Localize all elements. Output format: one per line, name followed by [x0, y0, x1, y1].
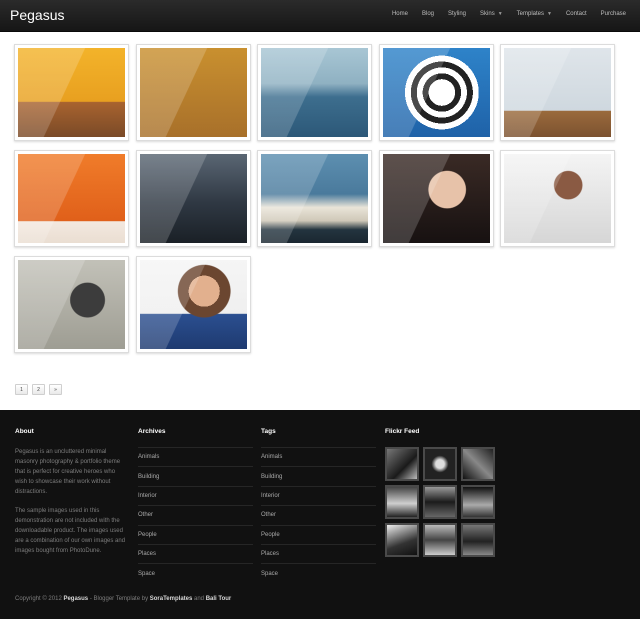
tag-link[interactable]: People [261, 524, 376, 544]
about-text-2: The sample images used in this demonstra… [15, 508, 126, 554]
dark-field-photo [139, 154, 247, 243]
next-page-button[interactable]: » [49, 384, 62, 395]
tag-link[interactable]: Other [261, 505, 376, 524]
footer-tags: Tags Animals Building Interior Other Peo… [261, 428, 376, 583]
archive-link[interactable]: People [138, 524, 253, 544]
nav-skins-label: Skins [480, 11, 495, 17]
pagination: 1 2 » [15, 384, 62, 395]
page-2-button[interactable]: 2 [32, 384, 45, 395]
footer: About Pegasus is an uncluttered minimal … [0, 410, 640, 619]
archive-link[interactable]: Space [138, 563, 253, 582]
umbrella-photo [382, 48, 490, 137]
nav-contact-label: Contact [565, 11, 587, 17]
nav-skins[interactable]: Skins ▼ [480, 11, 503, 17]
gallery-thumb-smiling-woman[interactable] [135, 256, 251, 353]
flickr-thumb[interactable] [385, 523, 419, 557]
nav-purchase-label: Purchase [600, 11, 626, 17]
tag-link[interactable]: Animals [261, 447, 376, 466]
flickr-thumb[interactable] [461, 485, 495, 519]
tag-link[interactable]: Building [261, 466, 376, 485]
gallery-thumb-woman-white[interactable] [500, 150, 615, 247]
site-logo[interactable]: Pegasus [10, 7, 64, 23]
nav-blog[interactable]: Blog [422, 11, 434, 17]
flickr-thumb[interactable] [423, 485, 457, 519]
heron-photo [261, 48, 368, 137]
flickr-heading: Flickr Feed [385, 428, 420, 435]
page-1-button[interactable]: 1 [15, 384, 28, 395]
copyright: Copyright © 2012 Pegasus - Blogger Templ… [15, 596, 231, 602]
woman-veil-photo [382, 154, 490, 243]
copyright-author-link[interactable]: SoraTemplates [150, 596, 193, 602]
gallery-thumb-yellow-armchair[interactable] [500, 44, 615, 141]
tags-heading: Tags [261, 428, 276, 435]
zebra-photo [139, 48, 247, 137]
nav-home[interactable]: Home [392, 11, 408, 17]
footer-flickr: Flickr Feed [385, 428, 495, 557]
orange-room-chair-photo [18, 154, 125, 243]
copyright-partner-link[interactable]: Bali Tour [206, 596, 232, 602]
flickr-thumb[interactable] [385, 447, 419, 481]
yellow-armchair-photo [504, 48, 611, 137]
archive-link[interactable]: Animals [138, 447, 253, 466]
gallery-thumb-shuttle[interactable] [257, 150, 372, 247]
archive-link[interactable]: Other [138, 505, 253, 524]
archive-link[interactable]: Building [138, 466, 253, 485]
flickr-thumb[interactable] [461, 447, 495, 481]
archives-list: Animals Building Interior Other People P… [138, 447, 253, 583]
chevron-down-icon: ▼ [547, 11, 552, 17]
about-text-1: Pegasus is an uncluttered minimal masonr… [15, 449, 121, 495]
footer-archives: Archives Animals Building Interior Other… [138, 428, 253, 583]
woman-cap-sitting-photo [18, 260, 125, 349]
flickr-thumb[interactable] [423, 447, 457, 481]
smiling-woman-photo [139, 260, 247, 349]
woman-white-shirt-photo [504, 154, 611, 243]
tag-link[interactable]: Places [261, 543, 376, 563]
gallery-thumb-umbrella[interactable] [378, 44, 494, 141]
nav-contact[interactable]: Contact [566, 11, 587, 17]
flickr-thumb[interactable] [423, 523, 457, 557]
gallery-thumb-heron[interactable] [257, 44, 372, 141]
nav-templates-label: Templates [516, 11, 544, 17]
gallery-thumb-woman-veil[interactable] [378, 150, 494, 247]
chevron-down-icon: ▼ [497, 11, 503, 17]
flickr-grid [385, 447, 495, 557]
shuttle-launch-photo [261, 154, 368, 243]
gallery-thumb-yellow-room[interactable] [14, 44, 129, 141]
archive-link[interactable]: Places [138, 543, 253, 563]
tag-link[interactable]: Interior [261, 485, 376, 505]
photo-gallery [14, 44, 616, 362]
copyright-mid: - Blogger Template by [89, 596, 149, 602]
main-nav: Home Blog Styling Skins ▼ Templates ▼ Cont… [378, 11, 626, 17]
header-bar: Pegasus Home Blog Styling Skins ▼ Templat… [0, 0, 640, 32]
nav-blog-label: Blog [421, 11, 434, 17]
gallery-thumb-orange-room[interactable] [14, 150, 129, 247]
flickr-thumb[interactable] [461, 523, 495, 557]
about-heading: About [15, 428, 34, 435]
tags-list: Animals Building Interior Other People P… [261, 447, 376, 583]
gallery-thumb-dark-field[interactable] [135, 150, 251, 247]
tag-link[interactable]: Space [261, 563, 376, 582]
yellow-room-chairs-photo [18, 48, 125, 137]
copyright-and: and [194, 596, 205, 602]
gallery-thumb-zebra[interactable] [135, 44, 251, 141]
gallery-thumb-woman-cap[interactable] [14, 256, 129, 353]
nav-home-label: Home [391, 11, 408, 17]
archives-heading: Archives [138, 428, 166, 435]
nav-styling-label: Styling [448, 11, 467, 17]
nav-purchase[interactable]: Purchase [601, 11, 626, 17]
nav-styling[interactable]: Styling [448, 11, 466, 17]
archive-link[interactable]: Interior [138, 485, 253, 505]
nav-templates[interactable]: Templates ▼ [517, 11, 552, 17]
flickr-thumb[interactable] [385, 485, 419, 519]
footer-about: About Pegasus is an uncluttered minimal … [15, 428, 127, 565]
copyright-brand[interactable]: Pegasus [63, 596, 88, 602]
copyright-prefix: Copyright © 2012 [15, 596, 62, 602]
